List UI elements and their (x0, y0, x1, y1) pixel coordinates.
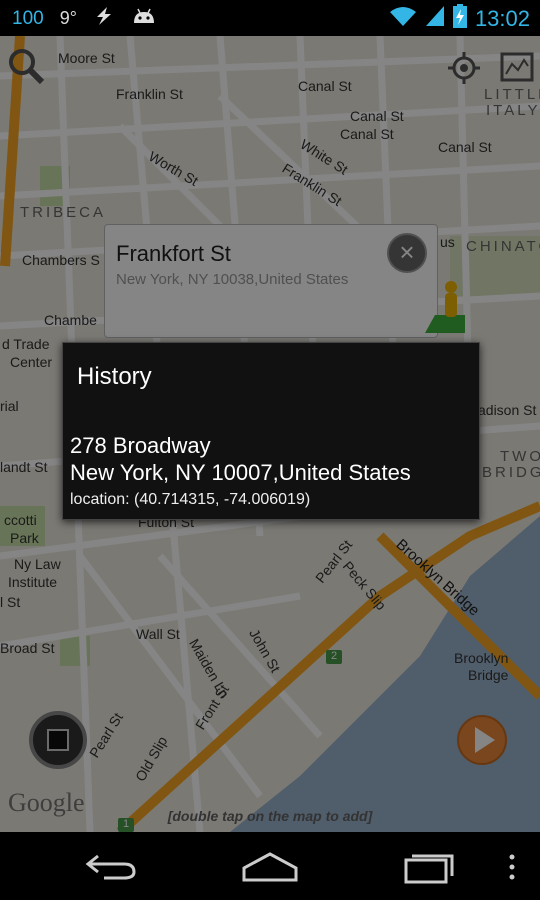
clock: 13:02 (474, 5, 530, 31)
status-bar: 100 9° 13:02 (0, 0, 540, 36)
wifi-icon (389, 5, 417, 32)
recent-apps-icon[interactable] (402, 850, 456, 884)
back-icon[interactable] (84, 850, 140, 882)
usb-debug-icon (93, 6, 115, 31)
map-hint-text: [double tap on the map to add] (167, 808, 373, 824)
cell-signal-icon (425, 5, 445, 32)
home-icon[interactable] (240, 850, 300, 882)
history-address-line1[interactable]: 278 Broadway (70, 433, 211, 459)
history-location: location: (40.714315, -74.006019) (70, 491, 311, 508)
history-address-line2[interactable]: New York, NY 10007,United States (70, 460, 411, 486)
navigation-bar (0, 832, 540, 900)
battery-charging-icon (452, 4, 467, 33)
overflow-menu-icon[interactable] (502, 852, 522, 882)
android-icon (131, 6, 157, 31)
history-dialog[interactable]: History 278 Broadway New York, NY 10007,… (62, 342, 480, 520)
battery-level-text: 100 (12, 7, 44, 29)
temperature-text: 9° (59, 8, 77, 28)
dialog-title: History (77, 363, 152, 390)
